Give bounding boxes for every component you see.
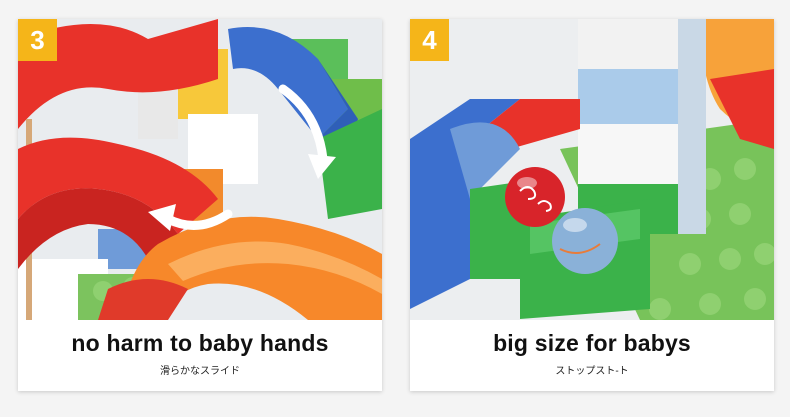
feature-card-smooth-slides: 3 no harm to baby hands 滑らかなスライド <box>18 19 382 391</box>
step-number-badge: 3 <box>18 19 57 61</box>
feature-subtitle: 滑らかなスライド <box>160 366 240 377</box>
marbles-illustration <box>410 19 774 320</box>
feature-title: no harm to baby hands <box>71 330 329 356</box>
product-photo-marbles: 4 <box>410 19 774 320</box>
feature-title: big size for babys <box>493 330 691 356</box>
slides-illustration <box>18 19 382 320</box>
feature-subtitle: ストップスト-ト <box>555 366 629 377</box>
product-photo-slides: 3 <box>18 19 382 320</box>
step-number-badge: 4 <box>410 19 449 61</box>
feature-card-stop-block: 4 big size for babys ストップスト-ト <box>410 19 774 391</box>
